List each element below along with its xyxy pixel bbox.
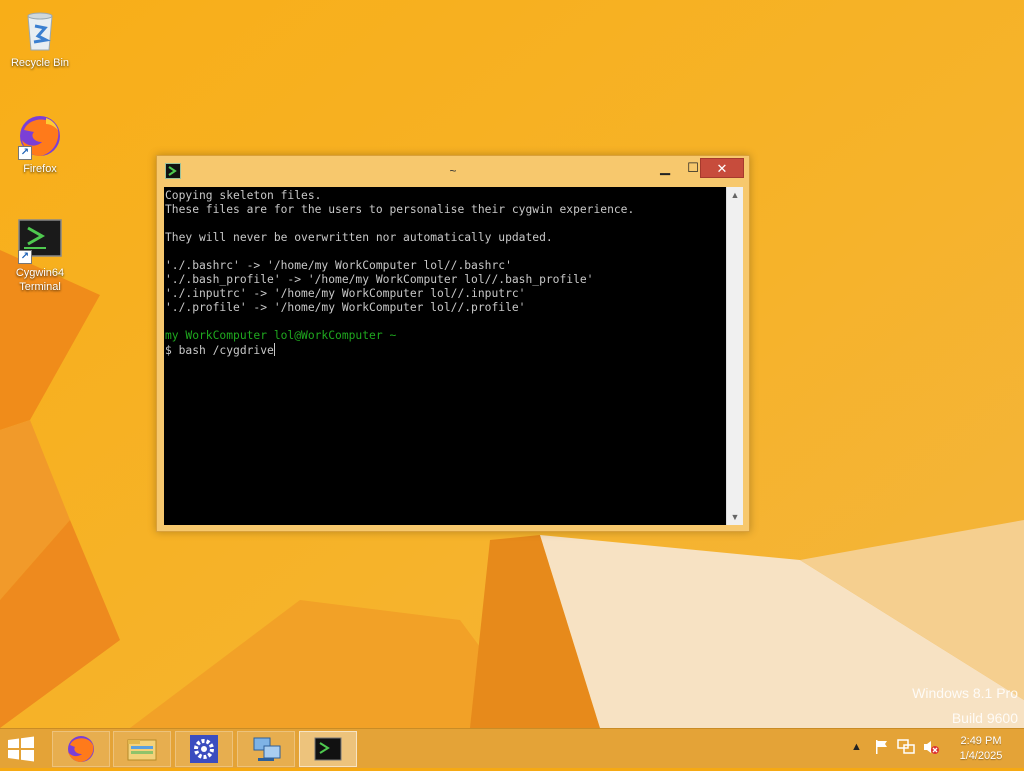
taskbar-clock[interactable]: 2:49 PM 1/4/2025 (950, 734, 1012, 764)
window-titlebar[interactable]: ~ ▁ ☐ ✕ (157, 156, 749, 186)
action-center-button[interactable] (874, 739, 890, 758)
desktop-icon-label: Recycle Bin (10, 57, 70, 69)
network-status-button[interactable] (897, 739, 915, 758)
minimize-icon: ▁ (660, 160, 670, 175)
terminal-console[interactable]: Copying skeleton files. These files are … (164, 187, 726, 525)
clock-date: 1/4/2025 (959, 750, 1003, 762)
terminal-output: Copying skeleton files. These files are … (164, 187, 726, 358)
command-input[interactable]: $ bash /cygdrive (165, 344, 274, 357)
close-icon: ✕ (716, 161, 728, 176)
start-button[interactable] (6, 735, 40, 763)
desktop-icon-recycle-bin[interactable]: Recycle Bin (0, 6, 80, 70)
volume-muted-icon (924, 741, 939, 754)
cygwin-terminal-icon (314, 737, 342, 761)
windows-logo-icon (8, 736, 34, 762)
terminal-line: './.inputrc' -> '/home/my WorkComputer l… (165, 287, 526, 300)
taskbar-file-explorer-button[interactable] (113, 731, 171, 767)
show-hidden-icons-button[interactable]: ▲ (851, 741, 862, 753)
shortcut-arrow-icon: ↗ (18, 250, 32, 264)
close-button[interactable]: ✕ (700, 158, 744, 178)
windows-build-watermark: Build 9600 (951, 710, 1018, 726)
cygwin-terminal-window[interactable]: ~ ▁ ☐ ✕ Copying skeleton files. These fi… (156, 155, 750, 532)
taskbar: ▲ 2:49 PM 1/4/2025 (0, 728, 1024, 768)
cygwin-terminal-icon: ↗ (16, 216, 64, 264)
terminal-line: Copying skeleton files. (165, 189, 322, 202)
terminal-line: './.profile' -> '/home/my WorkComputer l… (165, 301, 526, 314)
chevron-up-icon: ▲ (851, 741, 862, 753)
desktop-icon-firefox[interactable]: ↗ Firefox (0, 112, 80, 176)
recycle-bin-icon (16, 6, 64, 54)
network-status-icon (897, 739, 915, 754)
taskbar-network-button[interactable] (237, 731, 295, 767)
settings-icon (190, 735, 218, 763)
desktop-icon-label: Firefox (23, 163, 57, 175)
shortcut-arrow-icon: ↗ (18, 146, 32, 160)
file-explorer-icon (127, 739, 157, 761)
terminal-line: './.bash_profile' -> '/home/my WorkCompu… (165, 273, 594, 286)
taskbar-firefox-button[interactable] (52, 731, 110, 767)
terminal-line: './.bashrc' -> '/home/my WorkComputer lo… (165, 259, 512, 272)
prompt-directory: ~ (389, 329, 397, 342)
volume-button[interactable] (922, 739, 940, 758)
taskbar-cygwin-terminal-button[interactable] (299, 731, 357, 767)
console-scrollbar[interactable]: ▲ ▼ (726, 187, 743, 525)
terminal-line: These files are for the users to persona… (165, 203, 635, 216)
flag-icon (876, 740, 887, 754)
terminal-line: They will never be overwritten nor autom… (165, 231, 553, 244)
network-icon (253, 737, 281, 761)
maximize-icon: ☐ (687, 160, 699, 175)
taskbar-settings-button[interactable] (175, 731, 233, 767)
scroll-up-icon[interactable]: ▲ (727, 187, 743, 203)
desktop-icon-label: Cygwin64 Terminal (15, 267, 65, 293)
windows-version-watermark: Windows 8.1 Pro (912, 685, 1018, 701)
desktop-icon-cygwin-terminal[interactable]: ↗ Cygwin64 Terminal (0, 216, 80, 294)
text-cursor (273, 343, 275, 356)
firefox-icon: ↗ (16, 112, 64, 160)
minimize-button[interactable]: ▁ (651, 158, 679, 178)
scroll-down-icon[interactable]: ▼ (727, 509, 743, 525)
firefox-icon (68, 736, 94, 762)
prompt-user-host: my WorkComputer lol@WorkComputer (165, 329, 383, 342)
clock-time: 2:49 PM (960, 735, 1002, 747)
